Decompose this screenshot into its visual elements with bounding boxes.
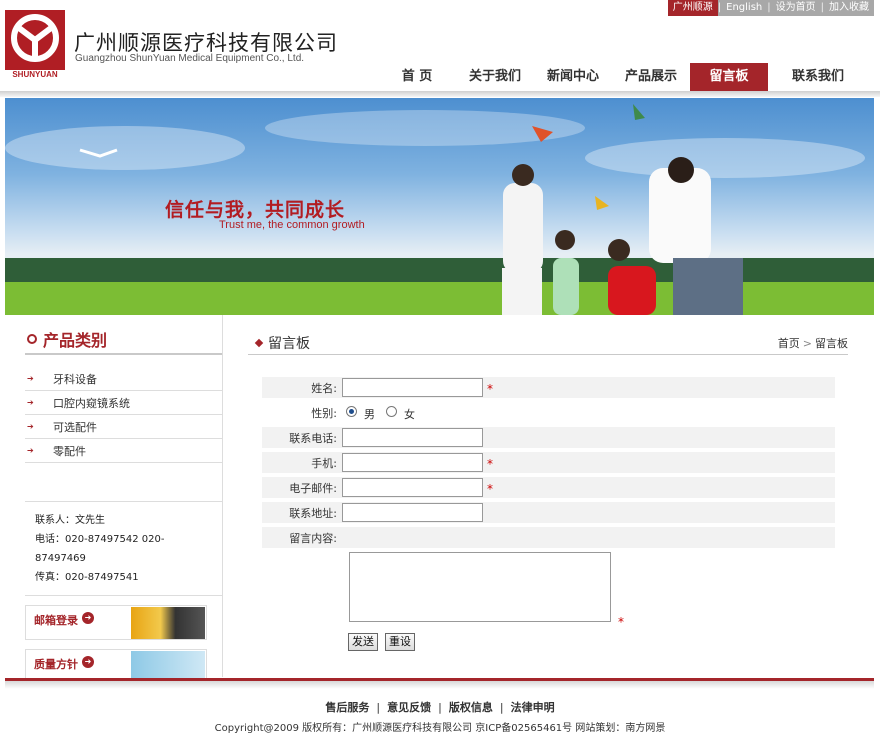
logo-icon: SHUNYUAN bbox=[5, 10, 65, 79]
contact-info: 联系人：文先生 电话：020-87497542 020-87497469 传真：… bbox=[25, 501, 222, 596]
category-item[interactable]: ➔ 零配件 bbox=[25, 439, 222, 463]
sidebar: 产品类别 ➔ 牙科设备 ➔ 口腔内窥镜系统 ➔ 可选配件 ➔ 零配件 联系人：文… bbox=[25, 325, 222, 684]
arrow-bullet-icon: ➔ bbox=[27, 422, 34, 431]
guestbook-form: 姓名: * 性别: 男 女 联系电话: 手机: * 电子邮件: * 联系地址: bbox=[262, 377, 835, 552]
footer-link-copyright[interactable]: 版权信息 bbox=[449, 701, 493, 714]
gender-label: 性别: bbox=[311, 407, 337, 420]
arrow-bullet-icon: ➔ bbox=[27, 374, 34, 383]
footer-link-legal[interactable]: 法律申明 bbox=[511, 701, 555, 714]
nav-guestbook[interactable]: 留言板 bbox=[690, 63, 768, 91]
reset-button[interactable]: 重设 bbox=[385, 633, 415, 651]
company-logo[interactable]: SHUNYUAN bbox=[5, 10, 65, 79]
footer-separator: | bbox=[438, 701, 442, 714]
contact-fax: 传真：020-87497541 bbox=[35, 572, 139, 583]
footer-links: 售后服务 | 意见反馈 | 版权信息 | 法律申明 bbox=[0, 699, 880, 715]
phone-input[interactable] bbox=[342, 428, 483, 447]
required-mark: * bbox=[618, 615, 624, 629]
required-mark: * bbox=[487, 482, 493, 496]
sidebar-title: 产品类别 bbox=[43, 331, 108, 350]
category-label: 零配件 bbox=[53, 444, 86, 458]
name-label: 姓名: bbox=[311, 382, 337, 395]
main-nav: 首 页 关于我们 新闻中心 产品展示 留言板 联系我们 bbox=[378, 63, 868, 91]
category-item[interactable]: ➔ 牙科设备 bbox=[25, 367, 222, 391]
nav-divider bbox=[0, 91, 880, 97]
nav-products[interactable]: 产品展示 bbox=[612, 63, 690, 91]
diamond-bullet-icon bbox=[254, 338, 264, 348]
nav-contact[interactable]: 联系我们 bbox=[768, 63, 868, 91]
contact-phone: 电话：020-87497542 020-87497469 bbox=[35, 534, 165, 564]
arrow-circle-icon: ➜ bbox=[82, 612, 94, 624]
footer-link-feedback[interactable]: 意见反馈 bbox=[387, 701, 431, 714]
family-illustration bbox=[502, 104, 743, 315]
form-row-phone: 联系电话: bbox=[262, 427, 835, 448]
contact-person: 联系人：文先生 bbox=[35, 515, 105, 526]
nav-news[interactable]: 新闻中心 bbox=[534, 63, 612, 91]
sidebar-title-bar: 产品类别 bbox=[25, 325, 222, 355]
chevron-right-icon: > bbox=[802, 337, 812, 350]
phone-label: 联系电话: bbox=[289, 432, 337, 445]
form-row-email: 电子邮件: * bbox=[262, 477, 835, 498]
arrow-bullet-icon: ➔ bbox=[27, 398, 34, 407]
address-input[interactable] bbox=[342, 503, 483, 522]
quality-policy-label: 质量方针 bbox=[34, 658, 78, 671]
breadcrumb: 首页 > 留言板 bbox=[778, 335, 848, 351]
address-label: 联系地址: bbox=[289, 507, 337, 520]
footer-separator: | bbox=[499, 701, 504, 714]
mail-login-promo[interactable]: 邮箱登录 ➜ bbox=[25, 605, 207, 640]
gender-male-radio[interactable] bbox=[346, 406, 357, 417]
nav-about[interactable]: 关于我们 bbox=[456, 63, 534, 91]
circle-bullet-icon bbox=[27, 334, 37, 344]
email-input[interactable] bbox=[342, 478, 483, 497]
main-header: 留言板 首页 > 留言板 bbox=[248, 325, 848, 355]
email-label: 电子邮件: bbox=[289, 482, 337, 495]
footer-separator: | bbox=[376, 701, 381, 714]
site-header: SHUNYUAN 广州顺源医疗科技有限公司 Guangzhou ShunYuan… bbox=[0, 0, 880, 97]
copyright-text: Copyright@2009 版权所有：广州顺源医疗科技有限公司 京ICP备02… bbox=[214, 723, 666, 734]
gender-female-label: 女 bbox=[404, 408, 415, 421]
category-item[interactable]: ➔ 可选配件 bbox=[25, 415, 222, 439]
arrow-circle-icon: ➜ bbox=[82, 656, 94, 668]
nav-home[interactable]: 首 页 bbox=[378, 63, 456, 91]
required-mark: * bbox=[487, 382, 493, 396]
arrow-bullet-icon: ➔ bbox=[27, 446, 34, 455]
breadcrumb-home[interactable]: 首页 bbox=[778, 337, 800, 350]
footer-shade bbox=[5, 681, 874, 689]
category-label: 牙科设备 bbox=[53, 372, 97, 386]
company-name-en: Guangzhou ShunYuan Medical Equipment Co.… bbox=[75, 53, 305, 64]
gender-female-radio[interactable] bbox=[386, 406, 397, 417]
category-list: ➔ 牙科设备 ➔ 口腔内窥镜系统 ➔ 可选配件 ➔ 零配件 bbox=[25, 367, 222, 463]
banner-slogan-en: Trust me, the common growth bbox=[219, 219, 365, 231]
category-item[interactable]: ➔ 口腔内窥镜系统 bbox=[25, 391, 222, 415]
form-row-gender: 性别: 男 女 bbox=[262, 402, 835, 423]
banner-illustration bbox=[5, 104, 874, 315]
banner-slogan-cn: 信任与我，共同成长 bbox=[165, 199, 346, 221]
footer-link-after-sales[interactable]: 售后服务 bbox=[325, 701, 369, 714]
logo-wordmark: SHUNYUAN bbox=[12, 70, 58, 78]
submit-button[interactable]: 发送 bbox=[348, 633, 378, 651]
hero-banner: 信任与我，共同成长 Trust me, the common growth bbox=[5, 98, 874, 315]
column-divider bbox=[222, 315, 223, 677]
form-row-address: 联系地址: bbox=[262, 502, 835, 523]
form-row-name: 姓名: * bbox=[262, 377, 835, 398]
message-label: 留言内容: bbox=[289, 532, 337, 545]
category-label: 可选配件 bbox=[53, 420, 97, 434]
form-row-mobile: 手机: * bbox=[262, 452, 835, 473]
category-label: 口腔内窥镜系统 bbox=[53, 396, 130, 410]
page-title: 留言板 bbox=[268, 336, 310, 352]
form-row-message: 留言内容: bbox=[262, 527, 835, 548]
mailbox-icon bbox=[131, 607, 205, 639]
gender-male-label: 男 bbox=[364, 408, 375, 421]
message-textarea[interactable] bbox=[349, 552, 611, 622]
main-content: 留言板 首页 > 留言板 姓名: * 性别: 男 女 联系电话: 手机: * 电子邮… bbox=[248, 325, 848, 548]
mobile-label: 手机: bbox=[311, 457, 337, 470]
mail-login-label: 邮箱登录 bbox=[34, 614, 78, 627]
breadcrumb-current: 留言板 bbox=[815, 337, 848, 350]
required-mark: * bbox=[487, 457, 493, 471]
name-input[interactable] bbox=[342, 378, 483, 397]
mobile-input[interactable] bbox=[342, 453, 483, 472]
